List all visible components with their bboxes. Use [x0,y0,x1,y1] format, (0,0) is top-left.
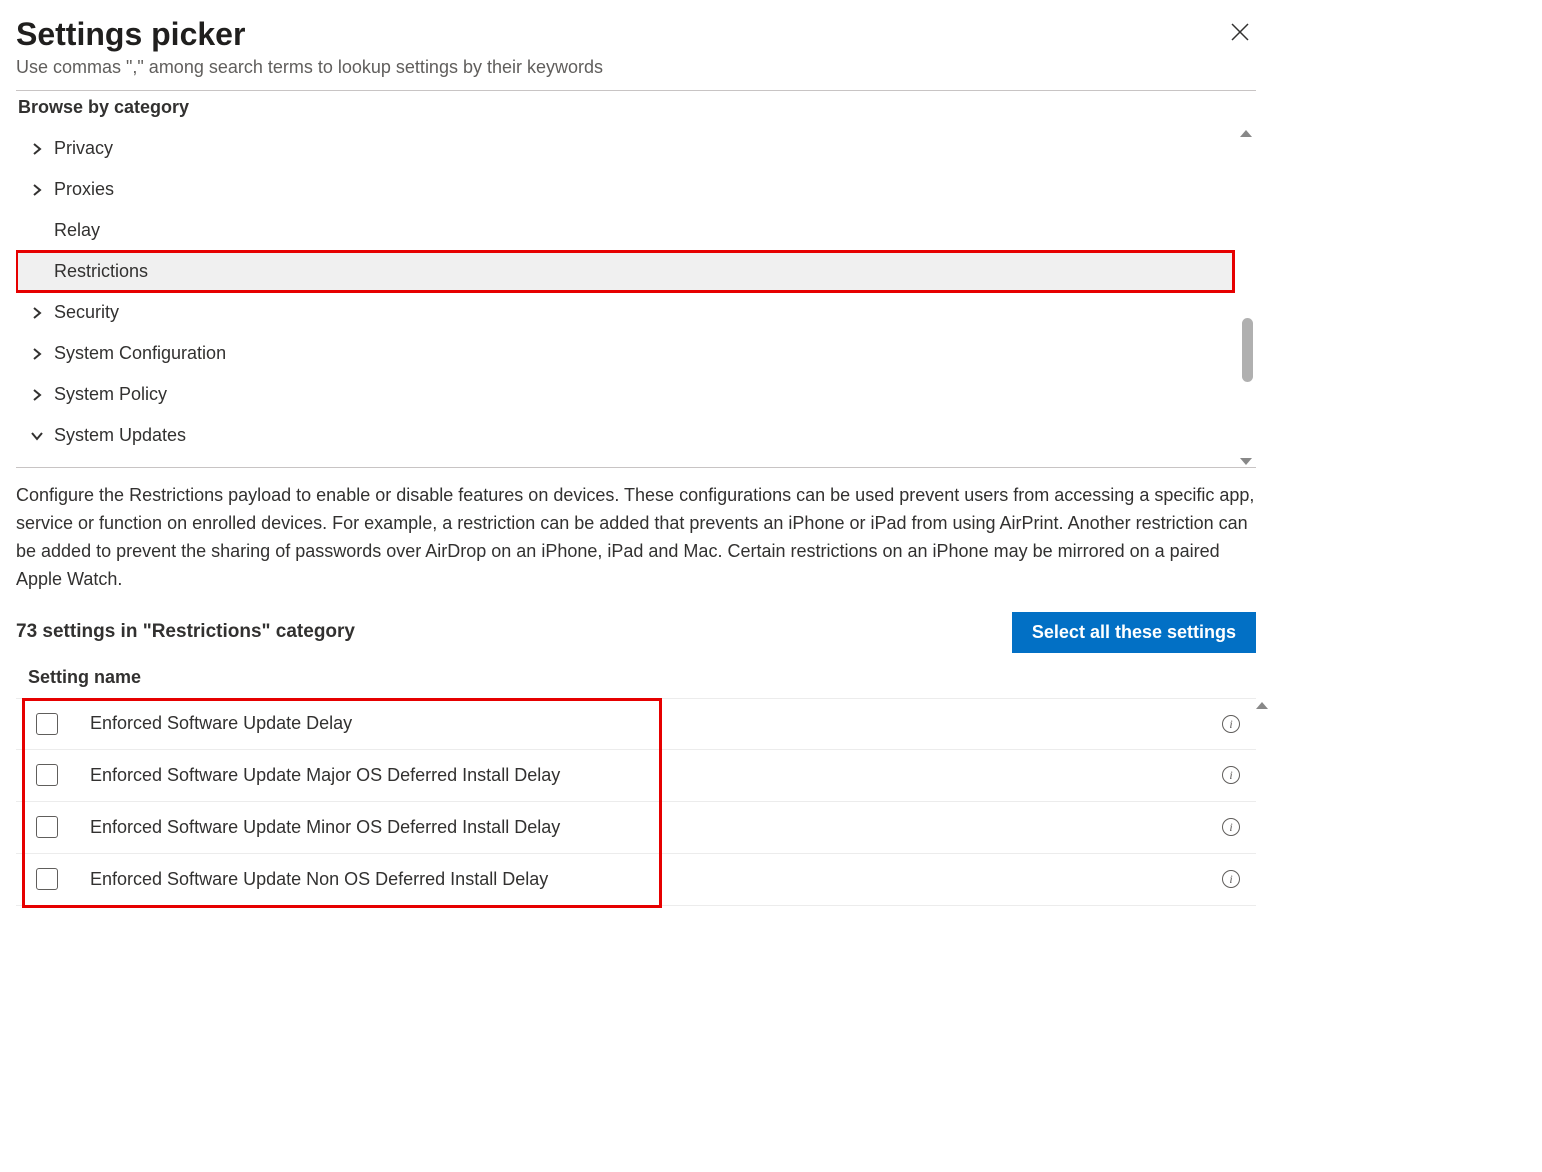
category-label: Proxies [54,179,114,200]
chevron-down-icon [26,430,48,442]
category-item-privacy[interactable]: Privacy [16,128,1234,169]
setting-checkbox[interactable] [36,816,58,838]
category-list: Privacy Proxies Relay Restrictions Security S… [16,128,1256,468]
chevron-right-icon [26,307,48,319]
header-row: Settings picker Use commas "," among sea… [16,16,1256,90]
page-subtitle: Use commas "," among search terms to loo… [16,57,603,78]
category-label: Restrictions [54,261,148,282]
chevron-right-icon [26,143,48,155]
category-item-system-updates[interactable]: System Updates [16,415,1234,456]
setting-checkbox[interactable] [36,764,58,786]
setting-row[interactable]: Enforced Software Update Minor OS Deferr… [16,802,1256,854]
settings-picker-panel: Settings picker Use commas "," among sea… [16,16,1256,906]
scroll-up-icon[interactable] [1256,702,1268,709]
setting-name-label: Enforced Software Update Non OS Deferred… [90,869,1222,890]
setting-name-label: Enforced Software Update Delay [90,713,1222,734]
settings-count: 73 settings in "Restrictions" category [16,621,355,643]
category-label: Relay [54,220,100,241]
category-label: System Configuration [54,343,226,364]
info-icon[interactable]: i [1222,818,1240,836]
info-icon[interactable]: i [1222,766,1240,784]
scroll-up-icon[interactable] [1240,130,1252,137]
chevron-right-icon [26,184,48,196]
chevron-right-icon [26,348,48,360]
setting-name-label: Enforced Software Update Major OS Deferr… [90,765,1222,786]
browse-by-category-heading: Browse by category [18,97,1256,118]
close-icon [1230,30,1250,45]
setting-name-label: Enforced Software Update Minor OS Deferr… [90,817,1222,838]
category-item-security[interactable]: Security [16,292,1234,333]
page-title: Settings picker [16,16,603,53]
info-icon[interactable]: i [1222,870,1240,888]
setting-row[interactable]: Enforced Software Update Delayi [16,698,1256,750]
category-item-relay[interactable]: Relay [16,210,1234,251]
category-description: Configure the Restrictions payload to en… [16,482,1256,594]
setting-row[interactable]: Enforced Software Update Non OS Deferred… [16,854,1256,906]
settings-table: Enforced Software Update DelayiEnforced … [16,698,1256,906]
info-icon[interactable]: i [1222,715,1240,733]
count-row: 73 settings in "Restrictions" category S… [16,612,1256,653]
scroll-down-icon[interactable] [1240,458,1252,465]
setting-checkbox[interactable] [36,868,58,890]
column-header-setting-name: Setting name [16,667,1256,688]
category-item-system-policy[interactable]: System Policy [16,374,1234,415]
select-all-button[interactable]: Select all these settings [1012,612,1256,653]
category-label: System Updates [54,425,186,446]
category-label: Privacy [54,138,113,159]
close-button[interactable] [1224,16,1256,48]
setting-row[interactable]: Enforced Software Update Major OS Deferr… [16,750,1256,802]
category-label: System Policy [54,384,167,405]
settings-scrollbar[interactable] [1254,702,1270,906]
chevron-right-icon [26,389,48,401]
category-scrollbar[interactable] [1238,128,1254,467]
search-divider [16,90,1256,91]
setting-checkbox[interactable] [36,713,58,735]
category-item-system-configuration[interactable]: System Configuration [16,333,1234,374]
scroll-thumb[interactable] [1242,318,1253,382]
category-item-restrictions[interactable]: Restrictions [16,251,1234,292]
category-label: Security [54,302,119,323]
category-item-proxies[interactable]: Proxies [16,169,1234,210]
